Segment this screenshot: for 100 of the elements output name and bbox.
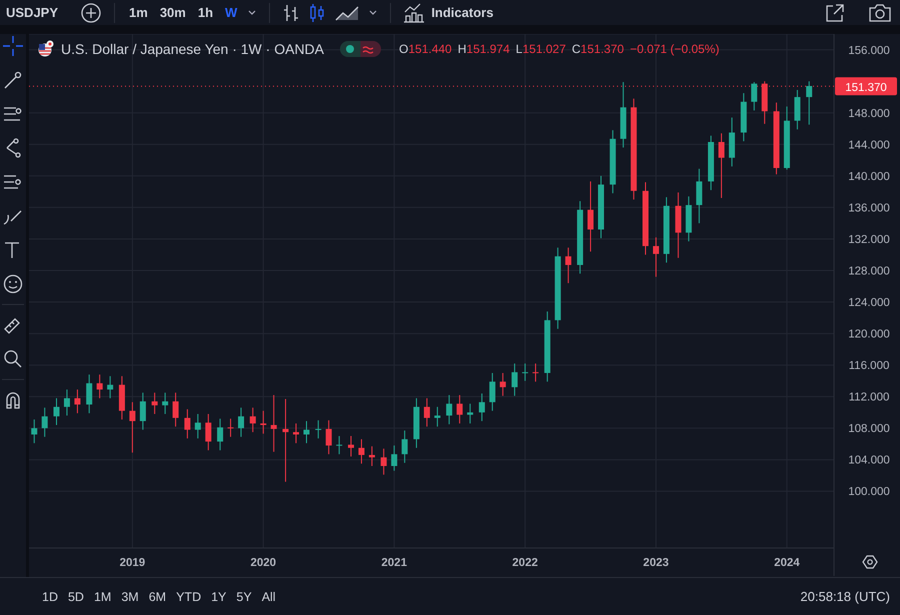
settings-icon[interactable] xyxy=(862,555,878,569)
candlestick xyxy=(270,394,277,452)
candlestick xyxy=(129,402,136,454)
candlestick xyxy=(696,168,702,224)
candlestick xyxy=(434,406,440,428)
candlestick xyxy=(522,363,528,382)
symbol-title: U.S. Dollar / Japanese Yen · 1W · OANDA xyxy=(61,41,324,57)
candlestick xyxy=(762,80,768,124)
candlestick xyxy=(380,448,387,476)
candlestick xyxy=(304,420,310,444)
chevron-down-icon[interactable] xyxy=(368,8,378,16)
price-axis-label: 132.000 xyxy=(848,234,890,246)
range-button[interactable]: 5Y xyxy=(234,590,254,604)
range-button[interactable]: 5D xyxy=(66,590,86,604)
candlestick xyxy=(336,436,342,455)
interval-button[interactable]: 1m xyxy=(127,5,150,20)
candlestick xyxy=(718,132,724,198)
candlestick xyxy=(663,196,670,264)
status-toggle[interactable] xyxy=(340,41,381,57)
candlestick xyxy=(96,374,103,399)
candlestick xyxy=(64,389,70,416)
price-axis-label: 100.000 xyxy=(848,486,890,498)
interval-button[interactable]: W xyxy=(223,5,240,20)
indicators-button[interactable]: Indicators xyxy=(403,2,494,22)
candlestick xyxy=(42,407,48,438)
zoom-icon[interactable] xyxy=(3,349,23,369)
range-button[interactable]: 1Y xyxy=(209,590,228,604)
price-axis-label: 144.000 xyxy=(848,139,890,152)
smiley-icon[interactable] xyxy=(3,274,23,294)
camera-icon[interactable] xyxy=(868,2,892,24)
candlestick xyxy=(588,180,594,252)
price-axis-label: 136.000 xyxy=(848,202,890,214)
candlestick xyxy=(478,392,485,422)
candlestick xyxy=(205,413,212,451)
candlestick xyxy=(217,418,224,451)
time-axis-label: 2023 xyxy=(643,557,669,569)
range-button[interactable]: 3M xyxy=(119,590,141,604)
interval-button[interactable]: 30m xyxy=(158,5,188,20)
range-button[interactable]: 6M xyxy=(146,590,168,604)
trend-line-icon[interactable] xyxy=(3,70,23,90)
candlestick xyxy=(708,135,714,191)
candlestick xyxy=(500,372,506,396)
candlestick xyxy=(413,398,420,448)
candlestick xyxy=(784,106,790,170)
candlestick xyxy=(152,392,158,414)
candlestick xyxy=(315,420,322,439)
candlestick xyxy=(260,410,266,434)
candlestick xyxy=(184,408,190,439)
price-axis-label: 108.000 xyxy=(848,423,890,436)
chart-icon xyxy=(403,2,426,22)
range-button[interactable]: YTD xyxy=(174,590,204,604)
ohlc-value: O151.440 xyxy=(399,42,452,56)
time-axis-label: 2019 xyxy=(120,557,146,569)
chevron-down-icon[interactable] xyxy=(247,8,258,16)
candlestick xyxy=(675,192,682,258)
last-price-label: 151.370 xyxy=(835,77,897,96)
crosshair-icon[interactable] xyxy=(3,36,23,56)
candlestick xyxy=(107,376,114,399)
clock-time: 20:58:18 (UTC) xyxy=(800,589,890,604)
candlestick xyxy=(358,438,364,464)
flag-icon xyxy=(37,40,55,58)
candlestick xyxy=(250,407,256,433)
range-button[interactable]: All xyxy=(260,590,278,604)
candlestick xyxy=(293,422,300,444)
candlestick xyxy=(391,445,398,472)
time-axis-label: 2024 xyxy=(774,557,800,569)
candlestick xyxy=(162,392,168,414)
candlestick xyxy=(565,247,572,284)
candlestick xyxy=(610,130,616,194)
candlestick xyxy=(424,398,430,428)
candlestick xyxy=(326,420,332,455)
price-axis-label: 148.000 xyxy=(848,108,890,120)
candlestick xyxy=(118,376,125,420)
candlestick xyxy=(532,363,539,382)
candlestick xyxy=(74,389,80,414)
candlestick xyxy=(368,446,375,466)
wave-icon xyxy=(361,44,375,54)
price-axis-label: 156.000 xyxy=(848,44,890,57)
candlestick-icon[interactable] xyxy=(308,2,326,24)
range-button[interactable]: 1M xyxy=(92,590,114,604)
price-axis-label: 128.000 xyxy=(848,266,890,278)
expand-icon[interactable] xyxy=(824,2,846,24)
candlestick xyxy=(54,398,60,426)
candlestick xyxy=(467,403,474,424)
time-axis-label: 2021 xyxy=(381,557,407,569)
candlestick xyxy=(740,92,747,142)
candlestick xyxy=(172,392,179,428)
ohlc-value: H151.974 xyxy=(458,42,510,56)
price-axis-label: 120.000 xyxy=(848,328,890,341)
interval-button[interactable]: 1h xyxy=(196,5,216,20)
add-icon[interactable] xyxy=(80,2,102,24)
price-axis-label: 104.000 xyxy=(848,454,890,467)
candlestick xyxy=(806,80,812,126)
range-button[interactable]: 1D xyxy=(40,590,60,604)
ref-line-label: 151.370 xyxy=(845,82,887,94)
symbol-button[interactable]: USDJPY xyxy=(6,5,58,20)
candlestick xyxy=(598,175,604,239)
time-axis-label: 2022 xyxy=(512,557,538,569)
candlestick xyxy=(512,363,518,396)
candlestick xyxy=(348,436,354,458)
